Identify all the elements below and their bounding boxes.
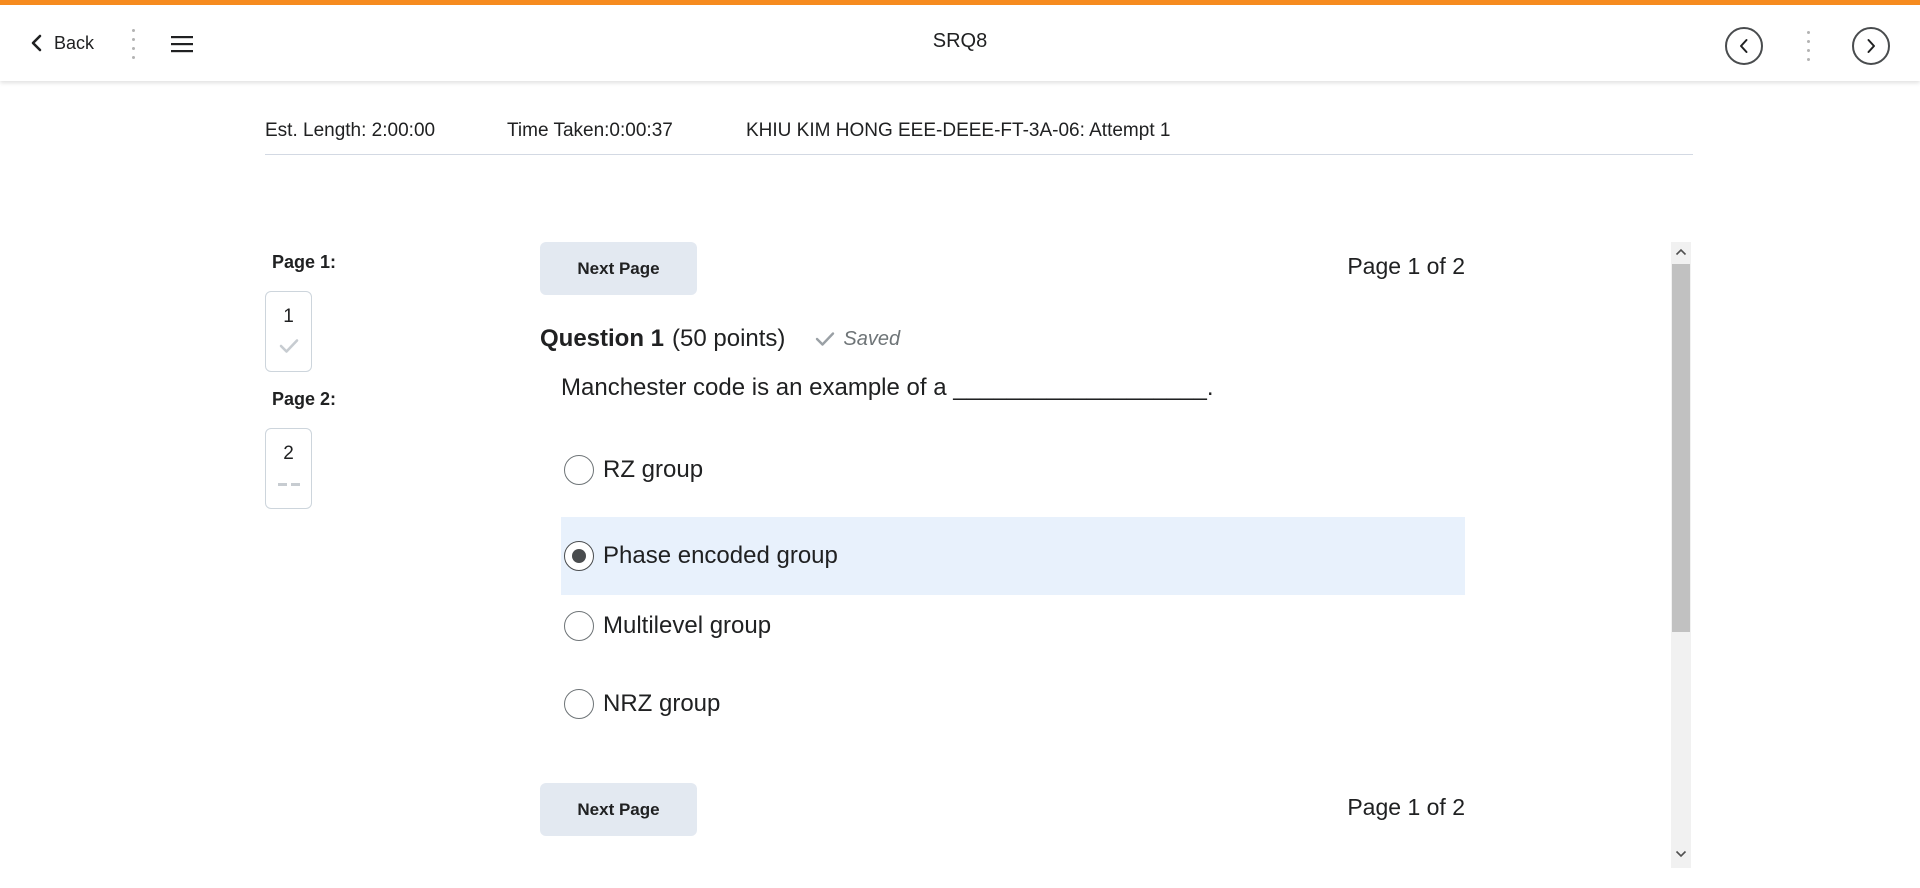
- answer-option-label: RZ group: [603, 456, 704, 483]
- question-tile-number: 2: [283, 443, 294, 464]
- page-2-label: Page 2:: [272, 389, 337, 409]
- next-page-button-bottom[interactable]: Next Page: [540, 783, 697, 836]
- scrollbar-thumb[interactable]: [1672, 264, 1690, 632]
- saved-label: Saved: [843, 327, 901, 350]
- divider-dots: [1805, 31, 1811, 61]
- radio-button[interactable]: [564, 455, 594, 485]
- scrollbar[interactable]: [1671, 242, 1691, 868]
- question-points: (50 points): [672, 325, 786, 352]
- next-page-button-top[interactable]: Next Page: [540, 242, 697, 295]
- answer-option-rz-group[interactable]: RZ group: [561, 431, 1465, 509]
- page-indicator-bottom: Page 1 of 2: [1347, 794, 1465, 820]
- question-heading: Question 1 (50 points) Saved: [540, 325, 900, 353]
- radio-button[interactable]: [564, 611, 594, 641]
- question-tile-number: 1: [283, 306, 294, 327]
- check-icon: [816, 332, 835, 346]
- answer-option-multilevel-group[interactable]: Multilevel group: [561, 587, 1465, 665]
- question-title: Question 1: [540, 325, 665, 352]
- answer-option-nrz-group[interactable]: NRZ group: [561, 665, 1465, 743]
- page-indicator-top: Page 1 of 2: [1347, 253, 1465, 279]
- chevron-left-icon: [1740, 39, 1748, 53]
- question-text: Manchester code is an example of a _____…: [561, 374, 1214, 401]
- check-icon: [279, 339, 299, 353]
- scroll-down-icon[interactable]: [1671, 844, 1691, 864]
- est-length: Est. Length: 2:00:00: [265, 120, 436, 141]
- top-bar: Back SRQ8: [0, 0, 1920, 81]
- next-button[interactable]: [1852, 27, 1890, 65]
- answer-option-label: Phase encoded group: [603, 542, 838, 569]
- page-1-label: Page 1:: [272, 252, 337, 272]
- answer-option-phase-encoded-group[interactable]: Phase encoded group: [561, 517, 1465, 595]
- radio-button-selected[interactable]: [564, 541, 594, 571]
- dash-icon: [278, 483, 300, 486]
- time-taken: Time Taken:0:00:37: [507, 120, 673, 141]
- chevron-right-icon: [1867, 39, 1875, 53]
- scroll-up-icon[interactable]: [1671, 242, 1691, 262]
- attempt-info: KHIU KIM HONG EEE-DEEE-FT-3A-06: Attempt…: [746, 120, 1171, 141]
- answer-option-label: Multilevel group: [603, 612, 772, 639]
- saved-status: Saved: [815, 328, 900, 351]
- question-tile-2[interactable]: 2: [265, 428, 312, 509]
- answer-option-label: NRZ group: [603, 690, 721, 717]
- page-title: SRQ8: [932, 30, 988, 52]
- radio-button[interactable]: [564, 689, 594, 719]
- quiz-info-bar: Est. Length: 2:00:00 Time Taken:0:00:37 …: [265, 118, 1693, 155]
- question-tile-1[interactable]: 1: [265, 291, 312, 372]
- previous-button[interactable]: [1725, 27, 1763, 65]
